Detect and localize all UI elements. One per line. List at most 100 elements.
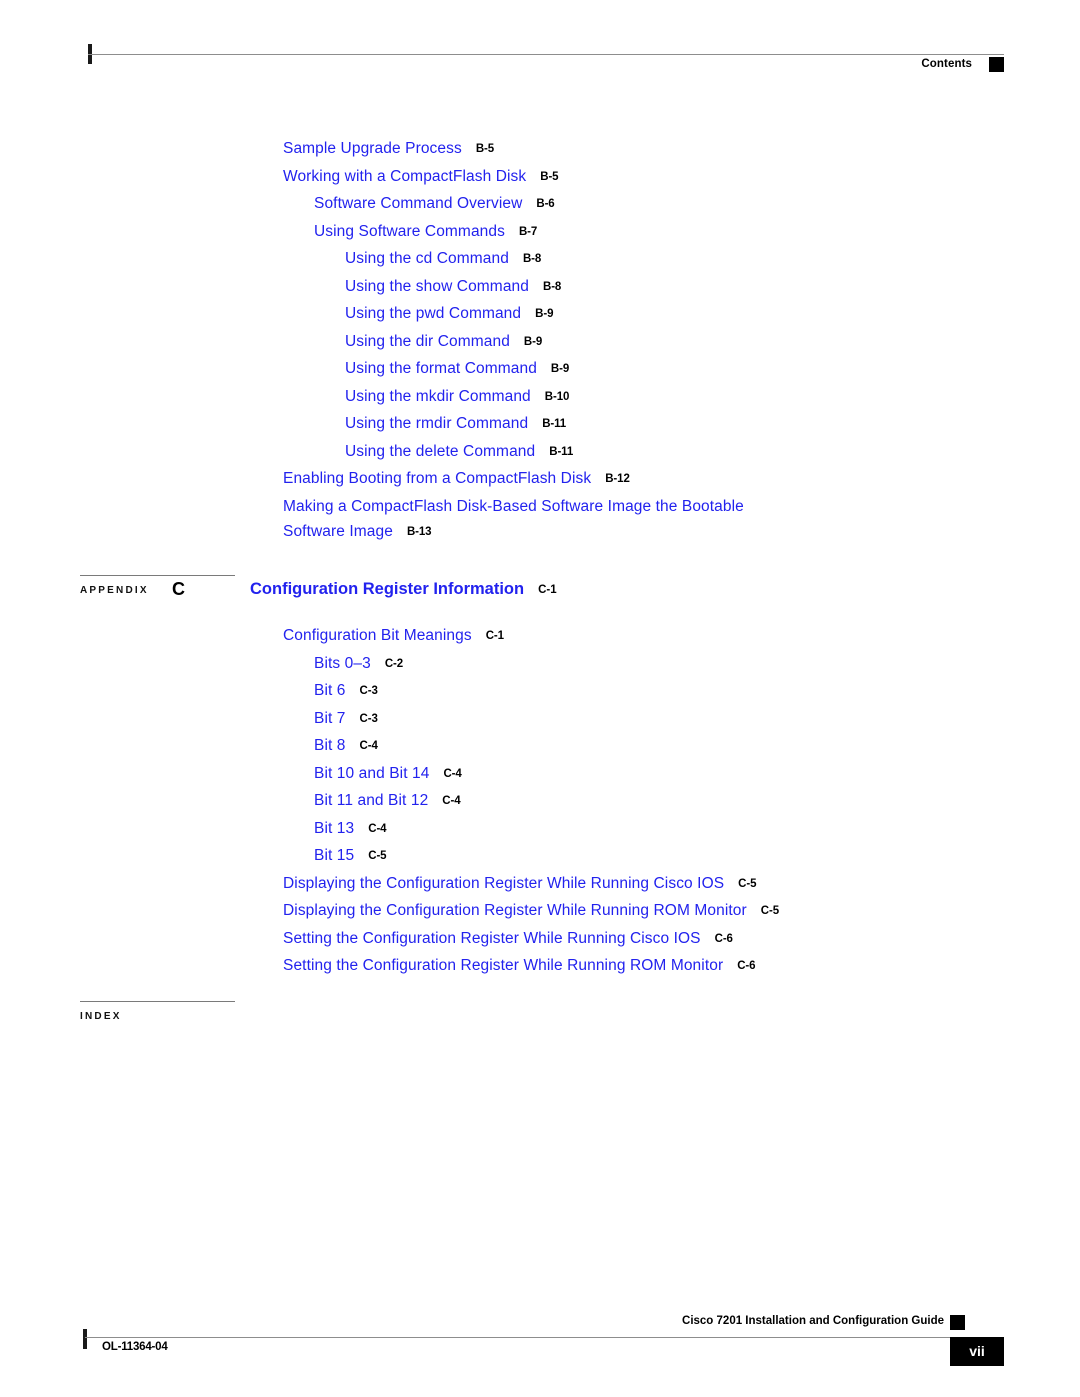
toc-entry-title: Bit 6 (314, 682, 346, 699)
toc-entry-title: Bits 0–3 (314, 654, 371, 672)
toc-entry-page: B-5 (475, 143, 495, 155)
toc-entry-page: B-11 (549, 445, 574, 458)
toc-entry[interactable]: Using the show Command B-8 (0, 278, 1080, 296)
toc-entry[interactable]: Bit 10 and Bit 14 C-4 (0, 765, 1080, 783)
toc-entry-page: C-6 (714, 932, 733, 945)
toc-entry-title: Bit 13 (314, 819, 355, 837)
page-header: Contents (88, 42, 1004, 82)
toc-entry-page: C-4 (443, 767, 462, 780)
toc-entry[interactable]: Sample Upgrade Process B-5 (0, 140, 1080, 158)
toc-entry-title: Displaying the Configuration Register Wh… (283, 902, 747, 919)
header-rule (88, 54, 1004, 55)
toc-entry-page: B-5 (540, 170, 559, 183)
toc-entry-page: B-6 (536, 198, 555, 210)
toc-entry-title: Using the pwd Command (345, 305, 522, 322)
page-footer: Cisco 7201 Installation and Configuratio… (80, 1315, 1004, 1375)
toc-entry-title: Configuration Bit Meanings (283, 627, 472, 644)
toc-entry[interactable]: Bit 13 C-4 (0, 820, 1080, 838)
toc-entry-title: Bit 15 (314, 847, 355, 864)
toc-entry[interactable]: Bit 15 C-5 (0, 847, 1080, 865)
index-heading-block: INDEX (0, 1001, 1080, 1035)
appendix-title-text: Configuration Register Information (250, 580, 525, 598)
toc-entry[interactable]: Using the mkdir Command B-10 (0, 388, 1080, 406)
appendix-heading-block: APPENDIX C Configuration Register Inform… (0, 575, 1080, 609)
toc-entry-page: B-8 (522, 253, 542, 265)
index-label: INDEX (80, 1011, 122, 1022)
toc-entry[interactable]: Enabling Booting from a CompactFlash Dis… (0, 470, 1080, 488)
toc-entry-title: Using the show Command (345, 277, 529, 295)
toc-entry-page: B-13 (406, 526, 432, 538)
table-of-contents: Sample Upgrade Process B-5 Working with a… (0, 140, 1080, 1035)
toc-entry-title: Software Command Overview (314, 195, 523, 212)
toc-entry-page: B-11 (542, 418, 567, 430)
toc-entry[interactable]: Making a CompactFlash Disk-Based Softwar… (0, 498, 1080, 516)
appendix-letter: C (172, 579, 185, 599)
footer-page-number-box: vii (950, 1337, 1004, 1366)
toc-entry[interactable]: Bit 6 C-3 (0, 682, 1080, 700)
toc-entry[interactable]: Configuration Bit Meanings C-1 (0, 627, 1080, 645)
toc-entry-page: C-4 (359, 740, 378, 752)
toc-entry[interactable]: Bit 8 C-4 (0, 737, 1080, 755)
footer-rule (85, 1337, 950, 1338)
toc-entry-title: Using the mkdir Command (345, 387, 531, 405)
toc-entry-page: B-7 (518, 225, 538, 238)
toc-entry[interactable]: Bits 0–3 C-2 (0, 655, 1080, 673)
toc-entry-title: Setting the Configuration Register While… (283, 957, 724, 974)
toc-entry-title: Using Software Commands (314, 222, 505, 240)
toc-entry[interactable]: Using the delete Command B-11 (0, 443, 1080, 461)
appendix-title-page: C-1 (538, 584, 557, 596)
footer-guide-title: Cisco 7201 Installation and Configuratio… (682, 1315, 944, 1327)
toc-entry-title: Bit 11 and Bit 12 (314, 792, 429, 809)
toc-entry-page: C-6 (737, 960, 756, 972)
toc-entry-title: Using the dir Command (345, 332, 510, 350)
appendix-rule (80, 575, 235, 576)
toc-entry-page: B-9 (523, 335, 543, 348)
header-section-label: Contents (921, 58, 972, 70)
toc-entry[interactable]: Using Software Commands B-7 (0, 223, 1080, 241)
footer-left-endcap (83, 1329, 87, 1349)
toc-entry-title: Using the cd Command (345, 250, 509, 267)
toc-entry-title: Sample Upgrade Process (283, 140, 462, 157)
toc-entry-page: B-9 (535, 308, 554, 320)
appendix-title-entry[interactable]: Configuration Register Information C-1 (250, 580, 557, 599)
toc-entry-page: B-8 (542, 280, 562, 293)
toc-entry-title: Bit 7 (314, 709, 346, 727)
toc-entry[interactable]: Setting the Configuration Register While… (0, 957, 1080, 975)
toc-entry-page: C-2 (384, 657, 404, 670)
appendix-c-entries: Configuration Bit Meanings C-1 Bits 0–3 C-… (0, 627, 1080, 975)
toc-entry-page: C-1 (485, 630, 504, 642)
toc-entry-title: Software Image (283, 523, 393, 540)
toc-entry[interactable]: Using the format Command B-9 (0, 360, 1080, 378)
toc-entry[interactable]: Using the rmdir Command B-11 (0, 415, 1080, 433)
toc-entry-title: Using the delete Command (345, 442, 536, 460)
index-rule (80, 1001, 235, 1002)
toc-entry-title: Bit 10 and Bit 14 (314, 764, 430, 782)
toc-entry-continuation[interactable]: Software Image B-13 (0, 523, 1080, 541)
toc-entry[interactable]: Bit 7 C-3 (0, 710, 1080, 728)
toc-entry-title: Displaying the Configuration Register Wh… (283, 874, 725, 892)
toc-entry-page: C-5 (738, 877, 757, 890)
toc-entry[interactable]: Using the dir Command B-9 (0, 333, 1080, 351)
toc-entry-page: C-3 (359, 712, 378, 725)
toc-entry-page: C-5 (760, 905, 779, 917)
toc-entry-page: B-12 (605, 473, 630, 485)
toc-entry-title: Bit 8 (314, 737, 346, 754)
toc-entry-page: C-5 (368, 850, 387, 862)
toc-entry[interactable]: Displaying the Configuration Register Wh… (0, 902, 1080, 920)
toc-entry[interactable]: Bit 11 and Bit 12 C-4 (0, 792, 1080, 810)
appendix-label: APPENDIX (80, 585, 149, 596)
toc-entry[interactable]: Setting the Configuration Register While… (0, 930, 1080, 948)
toc-entry[interactable]: Displaying the Configuration Register Wh… (0, 875, 1080, 893)
toc-entry-page: C-3 (359, 685, 378, 697)
header-square-marker-icon (989, 57, 1004, 72)
toc-entry-page: B-9 (550, 363, 570, 375)
toc-entry[interactable]: Using the cd Command B-8 (0, 250, 1080, 268)
toc-entry[interactable]: Software Command Overview B-6 (0, 195, 1080, 213)
toc-entry[interactable]: Using the pwd Command B-9 (0, 305, 1080, 323)
toc-entry-title: Using the rmdir Command (345, 415, 529, 432)
toc-entry-page: C-4 (442, 795, 461, 807)
appendix-b-entries: Sample Upgrade Process B-5 Working with a… (0, 140, 1080, 541)
footer-page-number: vii (969, 1343, 985, 1359)
toc-entry-title: Setting the Configuration Register While… (283, 929, 701, 947)
toc-entry[interactable]: Working with a CompactFlash Disk B-5 (0, 168, 1080, 186)
